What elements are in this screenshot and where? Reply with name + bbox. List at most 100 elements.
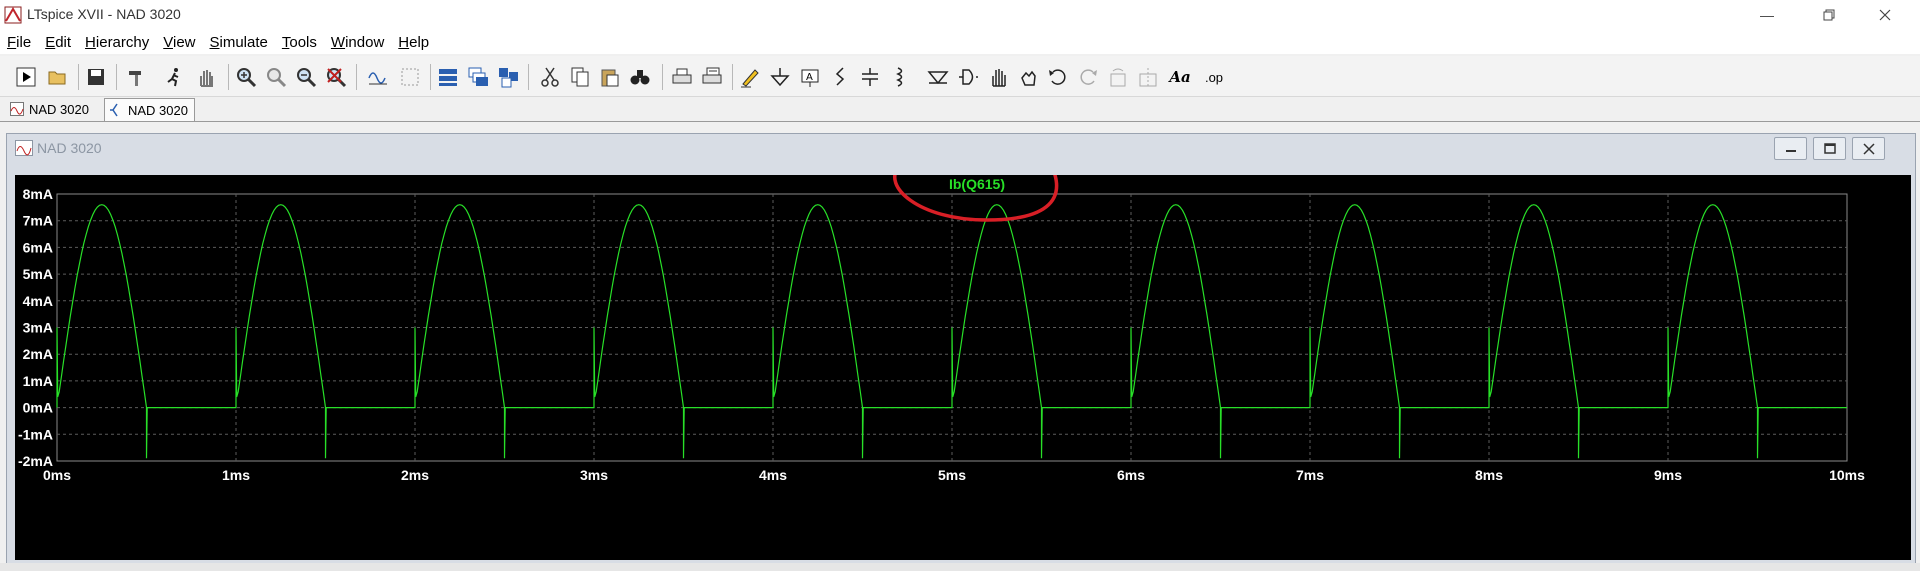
halt-button[interactable] <box>192 64 220 90</box>
y-tick-label: -2mA <box>18 453 53 469</box>
cut-button[interactable] <box>536 64 564 90</box>
close-icon <box>1879 9 1891 21</box>
x-tick-label: 5ms <box>938 467 966 483</box>
x-tick-label: 1ms <box>222 467 250 483</box>
save-button[interactable] <box>82 64 110 90</box>
undo-button[interactable] <box>1044 64 1072 90</box>
plot-pane[interactable]: 0ms 1ms 2ms 3ms 4ms 5ms 6ms 7ms 8ms 9ms 10ms 8mA 7mA… <box>15 175 1911 560</box>
print-preview-icon <box>702 67 722 84</box>
pan-button[interactable] <box>262 64 290 90</box>
drag-button[interactable] <box>1014 64 1042 90</box>
menu-simulate[interactable]: Simulate <box>203 34 275 51</box>
minimize-icon: — <box>1760 7 1774 23</box>
pencil-icon <box>741 69 759 88</box>
tile-vertical-button[interactable] <box>494 64 522 90</box>
autorange-button[interactable] <box>364 64 392 90</box>
save-icon <box>88 69 104 85</box>
tab-schematic[interactable]: NAD 3020 <box>104 98 195 121</box>
subwin-minimize-button[interactable] <box>1774 137 1807 160</box>
tile-horizontal-button[interactable] <box>434 64 462 90</box>
resistor-icon <box>835 67 845 86</box>
menu-view[interactable]: View <box>156 34 202 51</box>
diode-icon <box>927 71 949 85</box>
scissors-icon <box>541 67 559 87</box>
zoom-in-icon <box>237 68 257 88</box>
redo-button[interactable] <box>1074 64 1102 90</box>
window-title: LTspice XVII - NAD 3020 <box>27 6 181 22</box>
y-tick-label: 7mA <box>23 213 53 229</box>
maximize-icon <box>1823 142 1836 154</box>
title-bar: LTspice XVII - NAD 3020 — <box>0 0 1920 30</box>
zoom-out-button[interactable] <box>292 64 320 90</box>
resistor-button[interactable] <box>826 64 854 90</box>
menu-hierarchy[interactable]: Hierarchy <box>78 34 156 51</box>
waveform-tab-icon <box>10 102 24 116</box>
restore-icon <box>1823 9 1835 21</box>
printer-icon <box>672 68 692 84</box>
y-tick-label: 2mA <box>23 346 53 362</box>
minimize-icon <box>1785 149 1796 152</box>
restore-button[interactable] <box>1806 0 1852 30</box>
text-button[interactable]: Aa <box>1166 64 1194 90</box>
paste-button[interactable] <box>596 64 624 90</box>
waveform-window-title: NAD 3020 <box>37 140 102 156</box>
diode-button[interactable] <box>924 64 952 90</box>
control-panel-button[interactable] <box>122 64 150 90</box>
copy-icon <box>571 67 589 87</box>
open-folder-icon <box>48 71 66 85</box>
menu-bar: File Edit Hierarchy View Simulate Tools … <box>0 30 1920 54</box>
subwin-maximize-button[interactable] <box>1813 137 1846 160</box>
run-button[interactable] <box>12 64 40 90</box>
y-tick-label: 0mA <box>23 400 53 416</box>
tab-label: NAD 3020 <box>128 102 188 118</box>
ltspice-app-icon <box>4 6 22 24</box>
print-button[interactable] <box>668 64 696 90</box>
run-simulation-button[interactable] <box>160 64 188 90</box>
grid-icon <box>401 68 419 86</box>
zoom-in-button[interactable] <box>232 64 260 90</box>
mirror-button[interactable] <box>1134 64 1162 90</box>
menu-edit[interactable]: Edit <box>38 34 78 51</box>
copy-button[interactable] <box>566 64 594 90</box>
x-tick-label: 0ms <box>43 467 71 483</box>
y-tick-label: 5mA <box>23 266 53 282</box>
inductor-button[interactable] <box>886 64 914 90</box>
y-tick-label: -1mA <box>18 426 53 442</box>
running-man-icon <box>167 68 179 87</box>
menu-help[interactable]: Help <box>391 34 436 51</box>
find-button[interactable] <box>626 64 654 90</box>
close-button[interactable] <box>1862 0 1908 30</box>
ground-button[interactable] <box>766 64 794 90</box>
x-tick-label: 8ms <box>1475 467 1503 483</box>
tab-waveform[interactable]: NAD 3020 <box>6 98 95 120</box>
hammer-icon <box>129 71 141 86</box>
print-preview-button[interactable] <box>698 64 726 90</box>
zoom-out-icon <box>297 68 317 88</box>
label-net-button[interactable]: A <box>796 64 824 90</box>
x-tick-label: 7ms <box>1296 467 1324 483</box>
draw-wire-button[interactable] <box>736 64 764 90</box>
schematic-tab-icon <box>110 103 118 117</box>
component-button[interactable] <box>954 64 982 90</box>
grid-button[interactable] <box>396 64 424 90</box>
zoom-full-button[interactable] <box>322 64 350 90</box>
menu-tools[interactable]: Tools <box>275 34 324 51</box>
menu-file[interactable]: File <box>0 34 38 51</box>
tile-vertical-icon <box>499 68 518 88</box>
x-tick-label: 6ms <box>1117 467 1145 483</box>
capacitor-button[interactable] <box>856 64 884 90</box>
cascade-button[interactable] <box>464 64 492 90</box>
minimize-button[interactable]: — <box>1744 0 1790 30</box>
rotate-button[interactable] <box>1104 64 1132 90</box>
subwin-close-button[interactable] <box>1852 137 1885 160</box>
redo-icon <box>1080 69 1097 85</box>
waveform-chart: 0ms 1ms 2ms 3ms 4ms 5ms 6ms 7ms 8ms 9ms 10ms 8mA 7mA… <box>18 175 1865 483</box>
spice-directive-button[interactable]: .op <box>1200 64 1228 90</box>
spice-directive-label: .op <box>1204 69 1224 85</box>
tab-label: NAD 3020 <box>29 101 89 117</box>
open-button[interactable] <box>44 64 72 90</box>
undo-icon <box>1049 69 1066 85</box>
menu-window[interactable]: Window <box>324 34 391 51</box>
magnifier-icon <box>267 68 287 88</box>
move-button[interactable] <box>984 64 1012 90</box>
